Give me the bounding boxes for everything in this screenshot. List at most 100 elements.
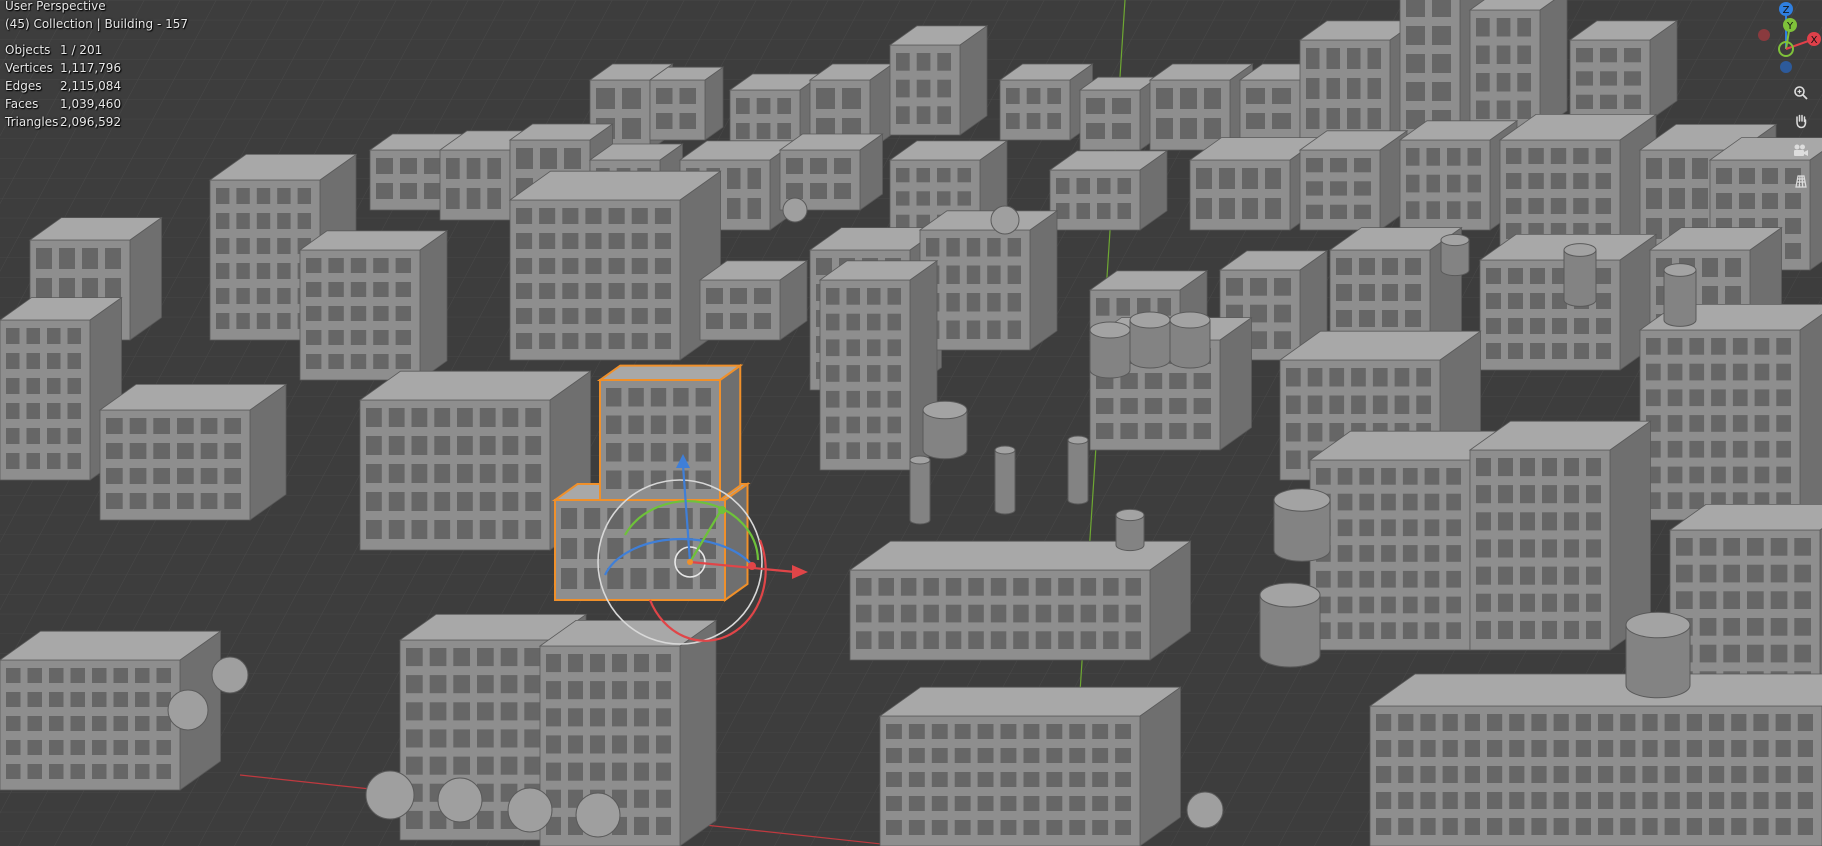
window (561, 508, 578, 529)
window (1732, 389, 1748, 407)
window (47, 353, 61, 369)
navigation-gizmo[interactable]: Z Y X (1742, 0, 1822, 80)
window (1732, 338, 1748, 355)
window (350, 330, 367, 345)
window (1797, 714, 1813, 731)
hand-glyph (1796, 114, 1807, 129)
window (1575, 792, 1591, 809)
pan-hand-icon[interactable] (1788, 108, 1814, 134)
building-side (1219, 316, 1252, 451)
ortho-grid-icon[interactable] (1788, 168, 1814, 194)
3d-viewport[interactable]: User Perspective (45) Collection | Build… (0, 0, 1822, 846)
window (1702, 286, 1718, 305)
window (1586, 620, 1601, 639)
camera-view-icon[interactable] (1788, 138, 1814, 164)
window (1642, 714, 1658, 731)
window (153, 493, 170, 509)
window (1770, 591, 1788, 609)
window (1646, 158, 1662, 179)
window (1424, 596, 1440, 614)
window (1000, 748, 1017, 763)
window (1406, 54, 1425, 73)
window (1596, 293, 1611, 309)
window (236, 313, 250, 329)
window (525, 492, 542, 511)
window (224, 493, 241, 509)
window (1405, 284, 1421, 301)
window (1496, 45, 1511, 64)
window (1642, 740, 1658, 757)
window (1337, 596, 1353, 614)
building (648, 66, 725, 141)
zoom-icon[interactable] (1788, 80, 1814, 106)
window (1794, 538, 1811, 556)
gizmo-neg-z-ball[interactable] (1780, 61, 1792, 73)
window (156, 740, 171, 755)
window (612, 654, 627, 673)
window (502, 436, 519, 455)
window (653, 508, 670, 529)
window (27, 716, 42, 731)
window (1115, 796, 1131, 811)
window (366, 464, 382, 483)
window (477, 648, 494, 667)
window (1646, 363, 1661, 381)
window (1086, 98, 1105, 114)
window (1689, 466, 1705, 484)
window (1382, 258, 1398, 275)
window (6, 403, 20, 419)
scene-canvas[interactable] (0, 0, 1822, 846)
window (1586, 485, 1601, 504)
window (1689, 415, 1705, 432)
window (1250, 331, 1267, 349)
window (306, 354, 322, 369)
window (1381, 596, 1396, 614)
window (846, 390, 860, 408)
window (1646, 188, 1662, 209)
window (1676, 591, 1693, 609)
window (1676, 564, 1693, 583)
window (47, 453, 61, 469)
building (1498, 113, 1658, 251)
window (1169, 373, 1187, 389)
window (1699, 618, 1717, 636)
window (388, 408, 405, 427)
window (1686, 740, 1702, 757)
window (810, 183, 827, 199)
window (1667, 363, 1683, 381)
window (887, 313, 901, 331)
window (487, 158, 501, 179)
window (585, 233, 602, 249)
window (1326, 108, 1340, 129)
window (568, 681, 583, 700)
building-front (0, 659, 181, 791)
viewport-info-overlay: User Perspective (45) Collection | Build… (5, 0, 188, 131)
window (106, 418, 123, 434)
window (1620, 740, 1636, 757)
window (1487, 818, 1503, 835)
window (679, 88, 696, 104)
tank (1129, 311, 1171, 369)
window (477, 729, 494, 748)
window (634, 735, 649, 754)
window (896, 53, 910, 71)
building-front (359, 399, 551, 551)
gizmo-neg-x-ball[interactable] (1758, 29, 1770, 41)
window (1359, 570, 1375, 588)
window (500, 648, 518, 667)
window (1274, 331, 1291, 349)
move-y-dot[interactable] (718, 506, 726, 514)
window (411, 436, 428, 455)
window (113, 764, 128, 779)
window (1381, 545, 1396, 562)
window (1573, 198, 1589, 214)
rotate-x-dot[interactable] (748, 562, 756, 570)
window (1542, 539, 1557, 558)
window (297, 213, 311, 229)
building (1568, 20, 1679, 121)
window (1432, 26, 1451, 45)
window (1446, 545, 1461, 562)
window (47, 378, 61, 394)
window (1023, 748, 1040, 763)
window (328, 282, 344, 297)
